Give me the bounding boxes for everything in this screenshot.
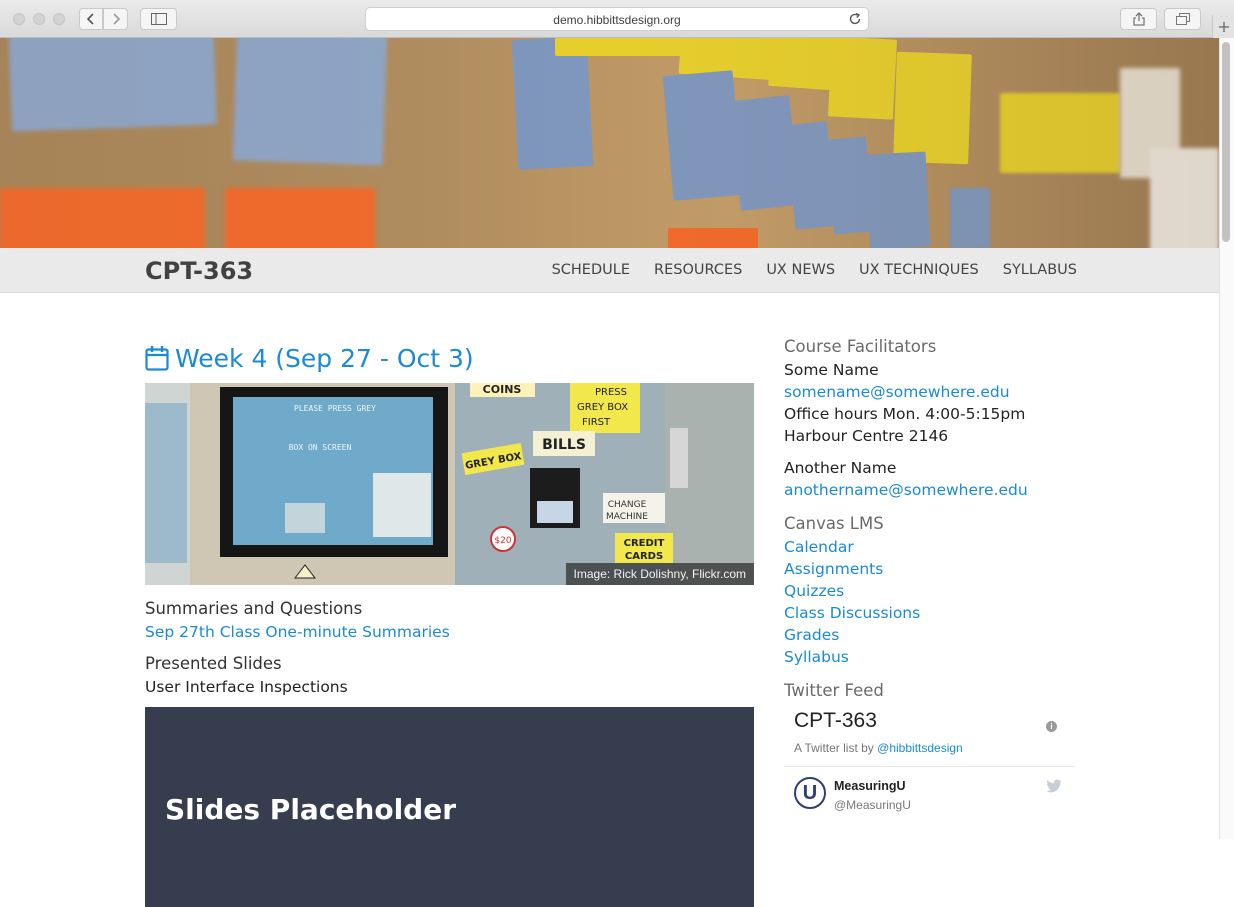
sidebar: Course Facilitators Some Name somename@s…: [784, 335, 1074, 829]
sidebar-icon: [150, 13, 167, 25]
facilitators-heading: Course Facilitators: [784, 337, 937, 356]
sidebar-toggle-button[interactable]: [140, 8, 177, 30]
zoom-window-button[interactable]: [53, 13, 65, 25]
main-content: Week 4 (Sep 27 - Oct 3) PLEASE PRESS GRE…: [145, 335, 754, 907]
twitter-list-by: A Twitter list by @hibbittsdesign: [794, 741, 963, 755]
site-brand[interactable]: CPT-363: [145, 257, 253, 285]
twitter-by-prefix: A Twitter list by: [794, 741, 874, 755]
svg-text:GREY BOX: GREY BOX: [577, 402, 628, 413]
main-nav: SCHEDULE RESOURCES UX NEWS UX TECHNIQUES…: [552, 262, 1077, 278]
week-title[interactable]: Week 4 (Sep 27 - Oct 3): [175, 344, 474, 373]
facilitator1-email[interactable]: somename@somewhere.edu: [784, 381, 1074, 403]
info-icon[interactable]: i: [1046, 721, 1057, 732]
svg-text:COINS: COINS: [483, 383, 522, 396]
nav-schedule[interactable]: SCHEDULE: [552, 262, 630, 278]
canvas-heading: Canvas LMS: [784, 514, 884, 533]
tweet-author-handle[interactable]: @MeasuringU: [834, 798, 911, 812]
svg-text:FIRST: FIRST: [582, 417, 611, 428]
reload-icon[interactable]: [848, 12, 862, 26]
twitter-by-handle[interactable]: @hibbittsdesign: [877, 741, 963, 755]
twitter-heading: Twitter Feed: [784, 681, 884, 700]
hero-banner-image: [0, 38, 1219, 248]
nav-ux-techniques[interactable]: UX TECHNIQUES: [859, 262, 979, 278]
facilitator1-name: Some Name: [784, 361, 879, 379]
close-window-button[interactable]: [13, 13, 25, 25]
canvas-link-discussions[interactable]: Class Discussions: [784, 602, 1074, 624]
forward-button[interactable]: [103, 8, 128, 30]
slides-embed[interactable]: Slides Placeholder: [145, 707, 754, 907]
avatar[interactable]: U: [794, 777, 826, 809]
facilitator1-room: Harbour Centre 2146: [784, 427, 949, 445]
nav-syllabus[interactable]: SYLLABUS: [1003, 262, 1077, 278]
site-navbar: CPT-363 SCHEDULE RESOURCES UX NEWS UX TE…: [0, 248, 1219, 293]
facilitator2-name: Another Name: [784, 459, 897, 477]
tabs-overview-button[interactable]: [1164, 8, 1201, 30]
svg-text:$20: $20: [494, 536, 511, 546]
tweet-item[interactable]: U MeasuringU @MeasuringU: [784, 767, 1074, 823]
svg-text:CARDS: CARDS: [625, 551, 663, 562]
chevron-left-icon: [86, 13, 94, 25]
slides-heading: Presented Slides: [145, 654, 282, 673]
nav-resources[interactable]: RESOURCES: [654, 262, 742, 278]
address-url: demo.hibbittsdesign.org: [553, 13, 681, 27]
back-button[interactable]: [79, 8, 103, 30]
twitter-widget: CPT-363 i A Twitter list by @hibbittsdes…: [784, 709, 1074, 829]
svg-text:PRESS: PRESS: [595, 387, 627, 398]
photo-caption: Image: Rick Dolishny, Flickr.com: [565, 563, 754, 585]
svg-text:BOX ON SCREEN: BOX ON SCREEN: [289, 443, 352, 452]
svg-text:PLEASE PRESS GREY: PLEASE PRESS GREY: [294, 404, 376, 413]
twitter-bird-icon[interactable]: [1046, 779, 1062, 793]
twitter-list-title[interactable]: CPT-363: [794, 709, 877, 733]
browser-toolbar: demo.hibbittsdesign.org: [0, 0, 1234, 38]
share-button[interactable]: [1120, 8, 1157, 30]
tabs-icon: [1175, 13, 1190, 25]
kiosk-illustration: PLEASE PRESS GREY BOX ON SCREEN COINS PR…: [145, 383, 754, 585]
address-bar[interactable]: demo.hibbittsdesign.org: [365, 7, 869, 31]
summaries-link[interactable]: Sep 27th Class One-minute Summaries: [145, 623, 754, 641]
canvas-link-grades[interactable]: Grades: [784, 624, 1074, 646]
summaries-heading: Summaries and Questions: [145, 599, 363, 618]
nav-ux-news[interactable]: UX NEWS: [766, 262, 835, 278]
tweet-author-name[interactable]: MeasuringU: [834, 779, 906, 793]
minimize-window-button[interactable]: [33, 13, 45, 25]
svg-text:BILLS: BILLS: [542, 437, 586, 453]
canvas-link-quizzes[interactable]: Quizzes: [784, 580, 1074, 602]
twitter-list-header: CPT-363 i A Twitter list by @hibbittsdes…: [784, 709, 1074, 767]
canvas-link-calendar[interactable]: Calendar: [784, 536, 1074, 558]
facilitator2-email[interactable]: anothername@somewhere.edu: [784, 479, 1074, 501]
share-icon: [1132, 12, 1145, 26]
svg-text:CHANGE: CHANGE: [608, 500, 647, 510]
calendar-icon: [145, 346, 169, 371]
new-tab-button[interactable]: [1212, 15, 1234, 38]
svg-text:CREDIT: CREDIT: [624, 538, 665, 549]
week-heading: Week 4 (Sep 27 - Oct 3): [145, 335, 754, 381]
svg-text:MACHINE: MACHINE: [606, 512, 648, 522]
plus-icon: [1218, 21, 1229, 32]
kiosk-photo: PLEASE PRESS GREY BOX ON SCREEN COINS PR…: [145, 383, 754, 585]
slides-placeholder-title: Slides Placeholder: [165, 793, 457, 826]
slides-name: User Interface Inspections: [145, 678, 348, 696]
facilitator1-hours: Office hours Mon. 4:00-5:15pm: [784, 405, 1026, 423]
scrollbar-thumb[interactable]: [1222, 42, 1230, 242]
chevron-right-icon: [112, 13, 120, 25]
canvas-link-assignments[interactable]: Assignments: [784, 558, 1074, 580]
canvas-link-syllabus[interactable]: Syllabus: [784, 646, 1074, 668]
